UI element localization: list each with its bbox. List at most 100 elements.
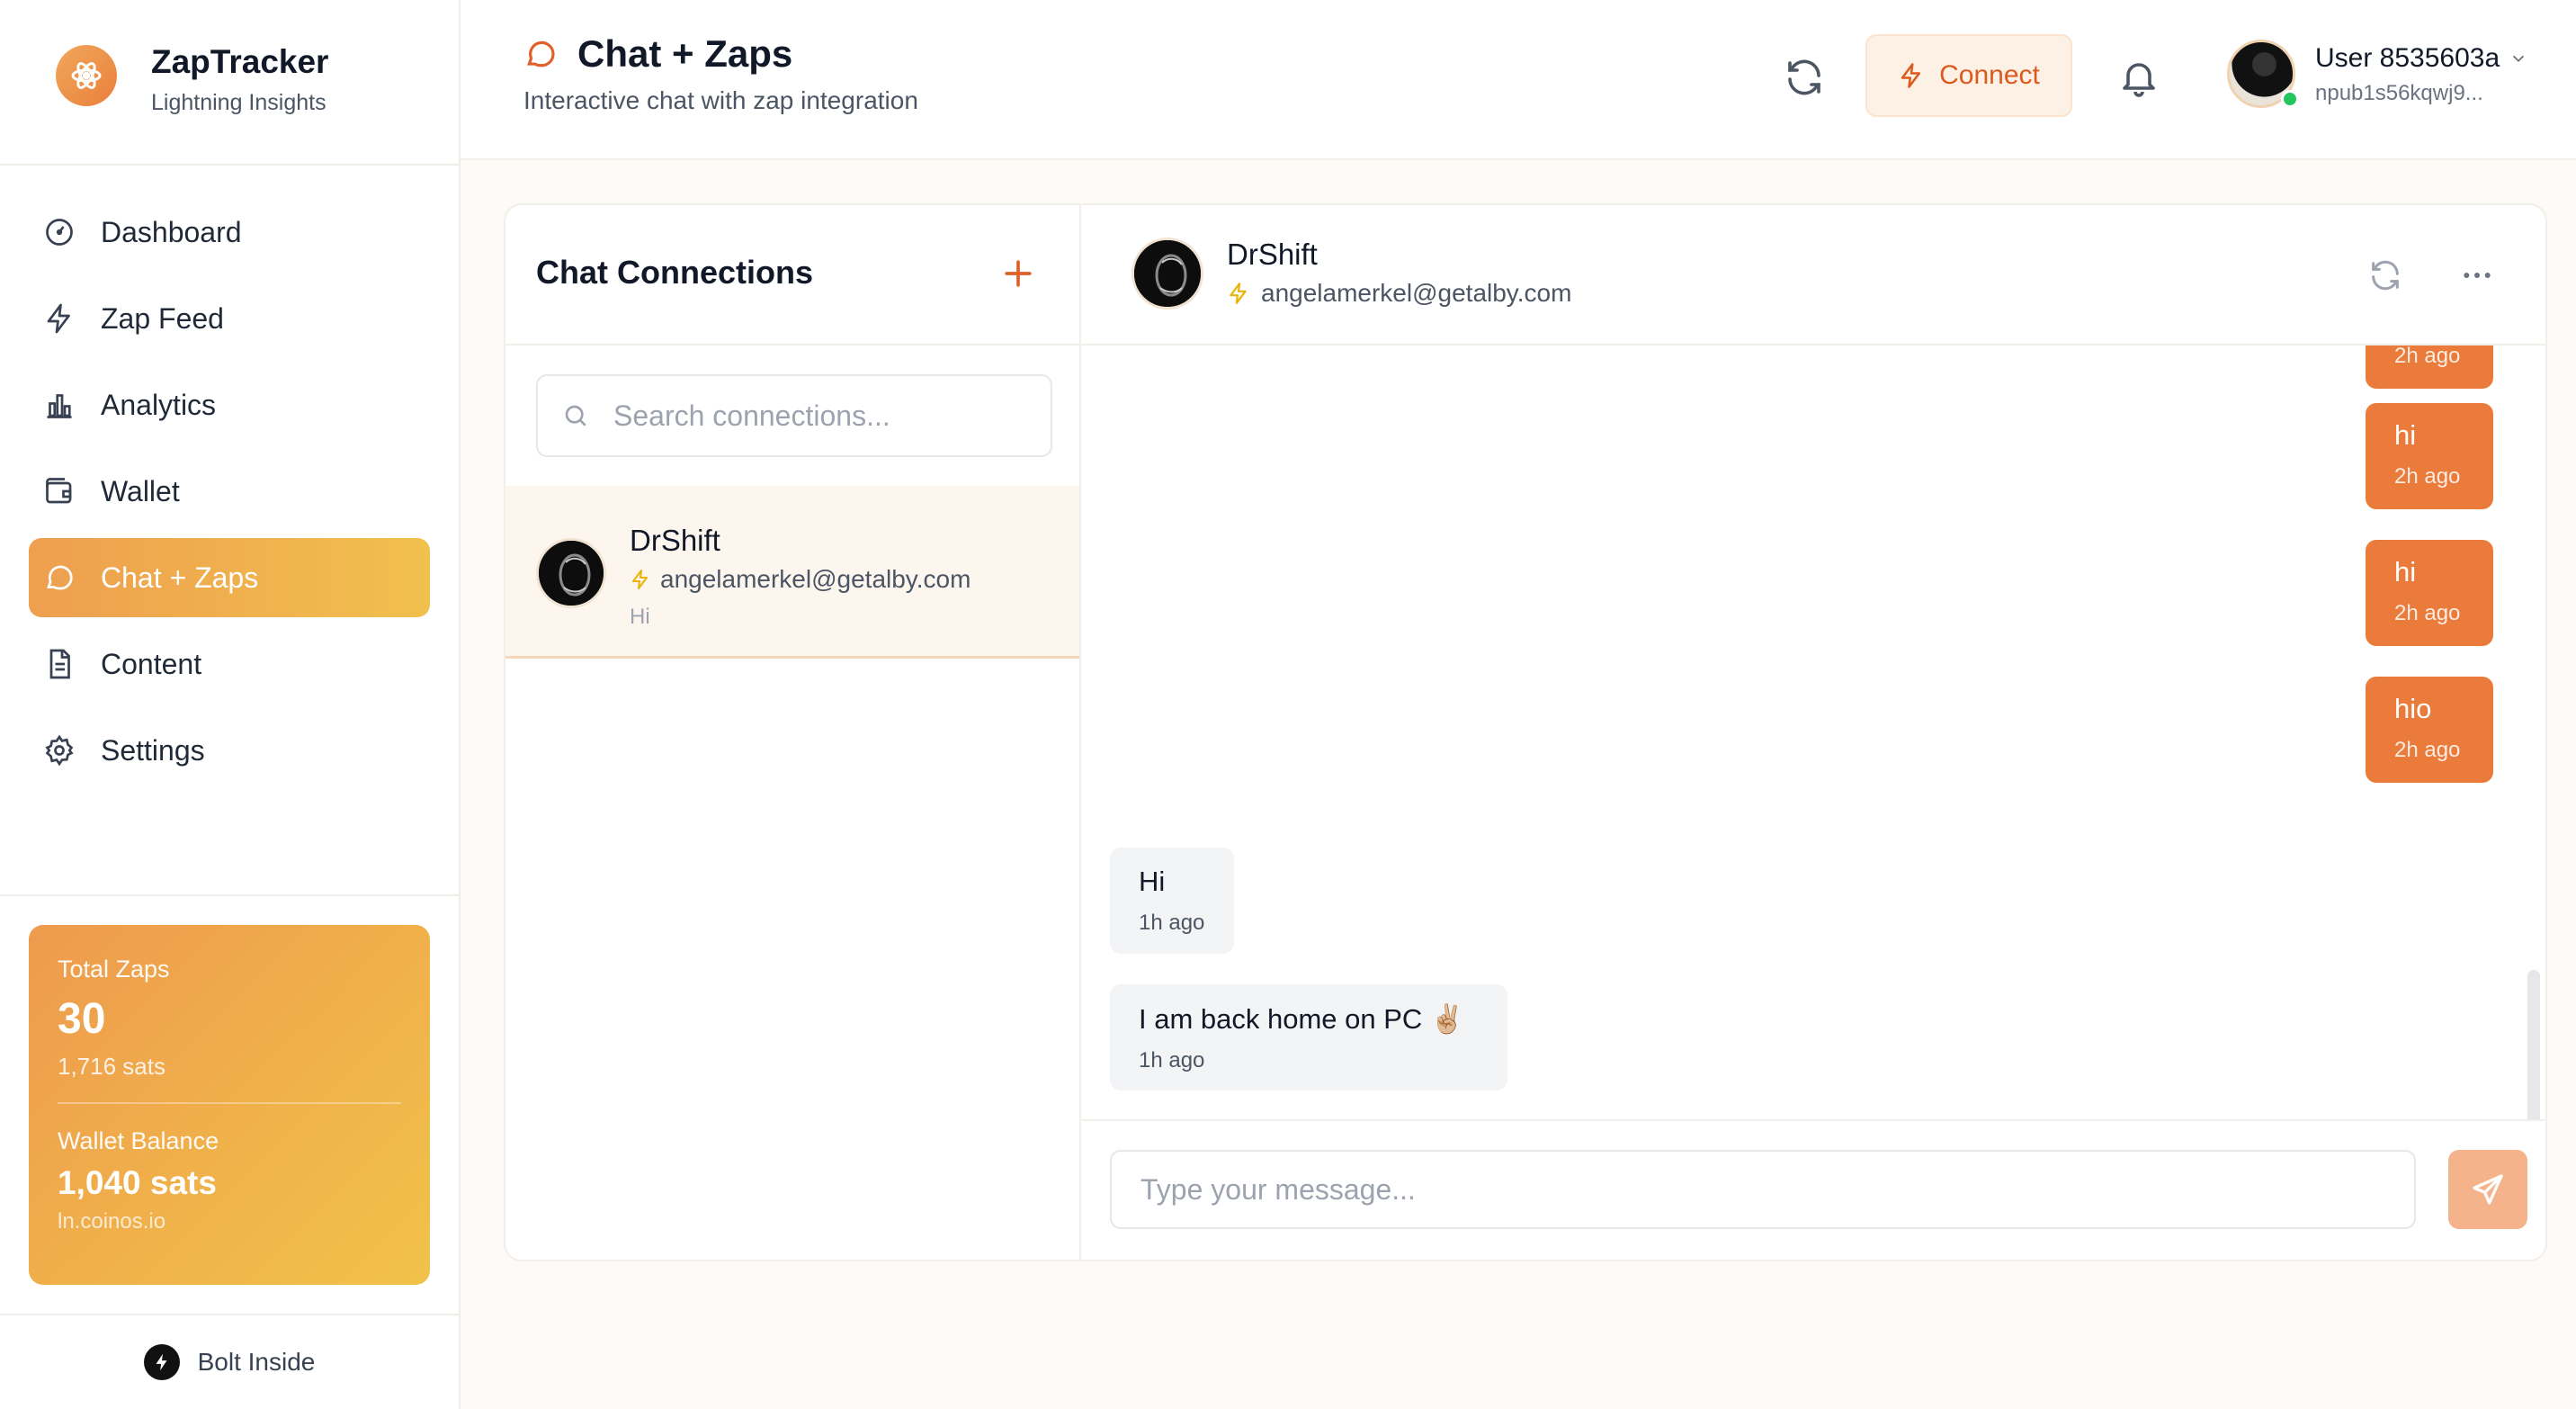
sidebar-item-label: Chat + Zaps [101,561,259,594]
message-input[interactable] [1110,1150,2416,1229]
user-npub: npub1s56kqwj9... [2315,81,2483,105]
page-title: Chat + Zaps [523,32,792,76]
sidebar-item-dashboard[interactable]: Dashboard [29,193,430,272]
chat-icon [527,40,555,67]
bar-chart-icon [47,394,72,418]
more-options-icon[interactable] [2459,257,2495,293]
bolt-icon [47,303,70,334]
brand-tagline: Lightning Insights [151,90,326,115]
search-icon [565,405,586,426]
message-bubble-outgoing: hi 2h ago [2366,403,2493,509]
message-text: I am back home on PC ✌🏼 [1139,1003,1465,1035]
message-bubble-outgoing: hi 2h ago [2366,540,2493,646]
chevron-down-icon [2513,55,2525,63]
message-time: 1h ago [1139,911,1205,935]
sidebar-item-zap-feed[interactable]: Zap Feed [29,279,430,358]
connections-title: Chat Connections [536,254,814,291]
total-zaps-value: 30 [58,995,106,1043]
message-list: Hi 2h ago hi 2h ago hi 2h ago hio 2h ago… [1081,346,2545,1119]
connect-button[interactable]: Connect [1865,34,2072,117]
page-subtitle: Interactive chat with zap integration [523,86,918,114]
message-bubble-incoming: I am back home on PC ✌🏼 1h ago [1110,984,1507,1090]
bell-icon[interactable] [2117,56,2160,99]
connect-label: Connect [1939,60,2040,90]
send-icon [2473,1174,2503,1205]
page-title-text: Chat + Zaps [577,32,793,75]
chat-card: Chat Connections DrShift angelamerkel@ge… [504,203,2547,1261]
bolt-icon [1901,63,1921,88]
sidebar-item-chat-zaps[interactable]: Chat + Zaps [29,538,430,617]
send-button[interactable] [2448,1150,2527,1229]
message-time: 2h ago [2394,346,2461,368]
total-zaps-label: Total Zaps [58,956,170,983]
wallet-balance-value: 1,040 sats [58,1164,217,1201]
chat-header: DrShift angelamerkel@getalby.com [1081,205,2545,346]
bolt-icon [632,570,648,589]
chat-panel: DrShift angelamerkel@getalby.com Hi 2h a… [1081,205,2545,1260]
sidebar: ZapTracker Lightning Insights Dashboard … [0,0,461,1409]
message-text: hi [2394,556,2417,588]
top-header: Chat + Zaps Interactive chat with zap in… [461,0,2576,160]
message-text: Hi [1139,866,1166,897]
sidebar-item-wallet[interactable]: Wallet [29,452,430,531]
message-bubble-outgoing: hio 2h ago [2366,677,2493,783]
chat-contact-address: angelamerkel@getalby.com [1227,279,1571,308]
user-name: User 8535603a [2315,43,2500,73]
connection-last-message: Hi [630,605,650,629]
message-text: hi [2394,419,2417,451]
gauge-icon [46,219,73,246]
bolt-inside-label: Bolt Inside [197,1348,316,1376]
sidebar-item-analytics[interactable]: Analytics [29,365,430,444]
connections-panel: Chat Connections DrShift angelamerkel@ge… [505,205,1081,1260]
refresh-icon[interactable] [1783,56,1826,99]
connection-item[interactable]: DrShift angelamerkel@getalby.com Hi [505,486,1079,659]
brand-header: ZapTracker Lightning Insights [0,0,459,166]
sidebar-item-label: Dashboard [101,215,242,248]
sidebar-item-label: Wallet [101,474,180,507]
chat-contact-name: DrShift [1227,238,1318,271]
sidebar-nav: Dashboard Zap Feed Analytics Wallet Chat… [29,193,430,797]
connection-address: angelamerkel@getalby.com [630,565,970,594]
message-composer [1081,1119,2545,1260]
search-input[interactable] [613,399,1045,433]
gear-icon [45,734,74,767]
wallet-balance-label: Wallet Balance [58,1127,219,1154]
bolt-inside-footer[interactable]: Bolt Inside [0,1314,459,1409]
stats-card: Total Zaps 30 1,716 sats Wallet Balance … [29,925,430,1285]
avatar[interactable] [1131,238,1203,310]
refresh-icon[interactable] [2367,257,2403,293]
divider [58,1102,401,1104]
chat-icon [47,565,73,590]
online-status-dot [2281,90,2299,108]
message-bubble-outgoing: Hi 2h ago [2366,346,2493,389]
scrollbar[interactable] [2527,970,2540,1119]
chat-contact-address-text: angelamerkel@getalby.com [1261,279,1572,307]
message-text: hio [2394,693,2432,724]
plus-icon[interactable] [998,254,1038,293]
message-time: 1h ago [1139,1048,1205,1072]
sidebar-item-settings[interactable]: Settings [29,711,430,790]
sidebar-item-label: Zap Feed [101,301,224,335]
wallet-host: ln.coinos.io [58,1209,166,1234]
sidebar-item-label: Content [101,647,202,680]
document-icon [49,649,70,679]
message-time: 2h ago [2394,464,2461,489]
avatar [536,538,606,608]
brand-name: ZapTracker [151,43,329,80]
total-sats: 1,716 sats [58,1053,165,1080]
message-time: 2h ago [2394,738,2461,762]
sidebar-item-label: Settings [101,733,205,767]
sidebar-item-label: Analytics [101,388,217,421]
connection-name: DrShift [630,524,720,557]
atom-icon[interactable] [56,45,117,106]
wallet-icon [46,478,72,504]
sidebar-item-content[interactable]: Content [29,624,430,704]
connection-address-text: angelamerkel@getalby.com [660,565,971,593]
connections-header: Chat Connections [505,205,1079,346]
message-time: 2h ago [2394,601,2461,625]
bolt-icon [1230,283,1247,304]
divider [0,894,459,896]
message-bubble-incoming: Hi 1h ago [1110,848,1234,954]
user-menu[interactable]: User 8535603a [2315,43,2528,74]
search-connections[interactable] [536,374,1052,457]
